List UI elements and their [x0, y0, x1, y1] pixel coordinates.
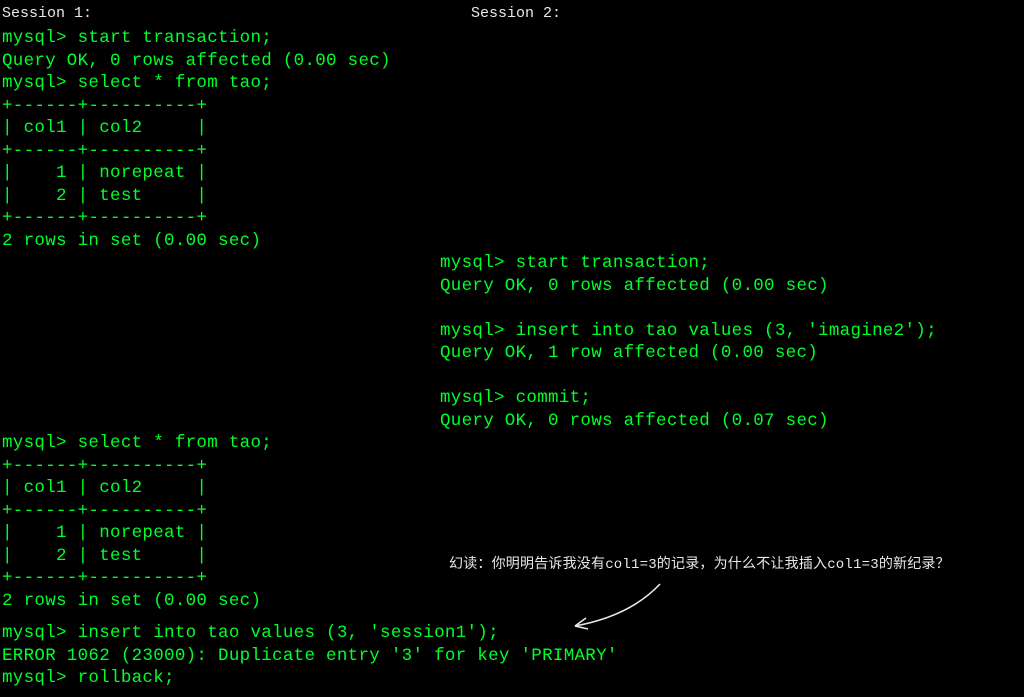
session2-label: Session 2: — [471, 5, 561, 22]
session1-label: Session 1: — [2, 5, 92, 22]
session2-output-block1: mysql> start transaction; Query OK, 0 ro… — [440, 252, 937, 432]
session1-output-block1: mysql> start transaction; Query OK, 0 ro… — [2, 27, 391, 252]
terminal-screenshot: Session 1: Session 2: mysql> start trans… — [0, 0, 1024, 697]
session1-output-block2: mysql> select * from tao; +------+------… — [2, 432, 272, 612]
session1-output-block3: mysql> insert into tao values (3, 'sessi… — [2, 622, 618, 690]
phantom-read-annotation: 幻读：你明明告诉我没有col1=3的记录，为什么不让我插入col1=3的新纪录？ — [449, 556, 950, 574]
annotation-arrow-icon — [560, 576, 680, 651]
